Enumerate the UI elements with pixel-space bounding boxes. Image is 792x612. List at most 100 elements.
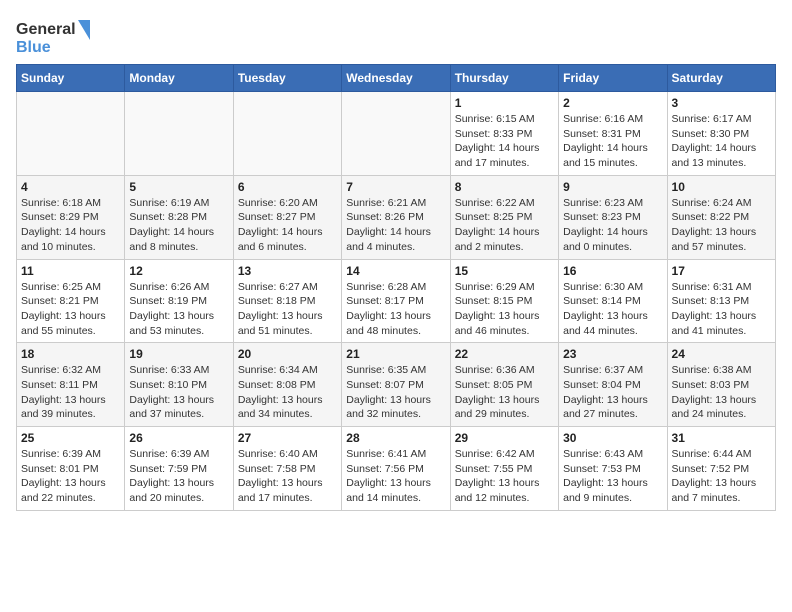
calendar-cell: 15 Sunrise: 6:29 AM Sunset: 8:15 PM Dayli… <box>450 259 558 343</box>
calendar-cell: 9Sunrise: 6:23 AM Sunset: 8:23 PM Daylig… <box>559 175 667 259</box>
calendar-header-tuesday: Tuesday <box>233 65 341 92</box>
calendar-cell: 8Sunrise: 6:22 AM Sunset: 8:25 PM Daylig… <box>450 175 558 259</box>
day-number: 27 <box>238 431 337 445</box>
day-number: 1 <box>455 96 554 110</box>
calendar-cell: 1 Sunrise: 6:15 AM Sunset: 8:33 PM Daylig… <box>450 92 558 176</box>
day-number: 19 <box>129 347 228 361</box>
day-number: 17 <box>672 264 771 278</box>
day-number: 13 <box>238 264 337 278</box>
calendar-cell: 16 Sunrise: 6:30 AM Sunset: 8:14 PM Dayli… <box>559 259 667 343</box>
calendar-week-row: 25Sunrise: 6:39 AM Sunset: 8:01 PM Dayli… <box>17 427 776 511</box>
calendar-header-row: SundayMondayTuesdayWednesdayThursdayFrid… <box>17 65 776 92</box>
day-info: Sunrise: 6:15 AM Sunset: 8:33 PM Dayligh… <box>455 112 554 171</box>
calendar-cell: 14Sunrise: 6:28 AM Sunset: 8:17 PM Dayli… <box>342 259 450 343</box>
day-number: 16 <box>563 264 662 278</box>
day-info: Sunrise: 6:38 AM Sunset: 8:03 PM Dayligh… <box>672 363 771 422</box>
calendar-cell: 31Sunrise: 6:44 AM Sunset: 7:52 PM Dayli… <box>667 427 775 511</box>
day-number: 2 <box>563 96 662 110</box>
day-number: 23 <box>563 347 662 361</box>
calendar-cell: 13Sunrise: 6:27 AM Sunset: 8:18 PM Dayli… <box>233 259 341 343</box>
day-number: 4 <box>21 180 120 194</box>
calendar-header-saturday: Saturday <box>667 65 775 92</box>
calendar-cell: 23 Sunrise: 6:37 AM Sunset: 8:04 PM Dayli… <box>559 343 667 427</box>
day-number: 7 <box>346 180 445 194</box>
day-info: Sunrise: 6:29 AM Sunset: 8:15 PM Dayligh… <box>455 280 554 339</box>
day-info: Sunrise: 6:26 AM Sunset: 8:19 PM Dayligh… <box>129 280 228 339</box>
page-header: GeneralBlue <box>16 16 776 56</box>
calendar-cell: 7 Sunrise: 6:21 AM Sunset: 8:26 PM Daylig… <box>342 175 450 259</box>
calendar-cell: 12Sunrise: 6:26 AM Sunset: 8:19 PM Dayli… <box>125 259 233 343</box>
calendar-cell: 3Sunrise: 6:17 AM Sunset: 8:30 PM Daylig… <box>667 92 775 176</box>
calendar-cell: 18 Sunrise: 6:32 AM Sunset: 8:11 PM Dayli… <box>17 343 125 427</box>
day-number: 22 <box>455 347 554 361</box>
day-number: 29 <box>455 431 554 445</box>
day-info: Sunrise: 6:32 AM Sunset: 8:11 PM Dayligh… <box>21 363 120 422</box>
calendar-header-wednesday: Wednesday <box>342 65 450 92</box>
day-number: 6 <box>238 180 337 194</box>
calendar-cell: 29 Sunrise: 6:42 AM Sunset: 7:55 PM Dayli… <box>450 427 558 511</box>
day-number: 26 <box>129 431 228 445</box>
day-info: Sunrise: 6:19 AM Sunset: 8:28 PM Dayligh… <box>129 196 228 255</box>
svg-text:Blue: Blue <box>16 39 51 56</box>
day-info: Sunrise: 6:42 AM Sunset: 7:55 PM Dayligh… <box>455 447 554 506</box>
calendar-cell: 21 Sunrise: 6:35 AM Sunset: 8:07 PM Dayli… <box>342 343 450 427</box>
calendar-cell: 19 Sunrise: 6:33 AM Sunset: 8:10 PM Dayli… <box>125 343 233 427</box>
day-number: 15 <box>455 264 554 278</box>
calendar-cell <box>17 92 125 176</box>
day-number: 14 <box>346 264 445 278</box>
calendar-table: SundayMondayTuesdayWednesdayThursdayFrid… <box>16 64 776 511</box>
day-number: 9 <box>563 180 662 194</box>
calendar-cell: 27 Sunrise: 6:40 AM Sunset: 7:58 PM Dayli… <box>233 427 341 511</box>
calendar-cell: 17 Sunrise: 6:31 AM Sunset: 8:13 PM Dayli… <box>667 259 775 343</box>
calendar-header-sunday: Sunday <box>17 65 125 92</box>
calendar-cell: 10Sunrise: 6:24 AM Sunset: 8:22 PM Dayli… <box>667 175 775 259</box>
calendar-cell: 25Sunrise: 6:39 AM Sunset: 8:01 PM Dayli… <box>17 427 125 511</box>
day-info: Sunrise: 6:37 AM Sunset: 8:04 PM Dayligh… <box>563 363 662 422</box>
calendar-cell: 24 Sunrise: 6:38 AM Sunset: 8:03 PM Dayli… <box>667 343 775 427</box>
day-info: Sunrise: 6:16 AM Sunset: 8:31 PM Dayligh… <box>563 112 662 171</box>
day-number: 18 <box>21 347 120 361</box>
day-info: Sunrise: 6:39 AM Sunset: 7:59 PM Dayligh… <box>129 447 228 506</box>
svg-text:General: General <box>16 21 76 38</box>
calendar-cell: 4 Sunrise: 6:18 AM Sunset: 8:29 PM Daylig… <box>17 175 125 259</box>
day-info: Sunrise: 6:34 AM Sunset: 8:08 PM Dayligh… <box>238 363 337 422</box>
calendar-cell: 11 Sunrise: 6:25 AM Sunset: 8:21 PM Dayli… <box>17 259 125 343</box>
day-number: 21 <box>346 347 445 361</box>
day-number: 5 <box>129 180 228 194</box>
calendar-week-row: 18 Sunrise: 6:32 AM Sunset: 8:11 PM Dayli… <box>17 343 776 427</box>
day-info: Sunrise: 6:18 AM Sunset: 8:29 PM Dayligh… <box>21 196 120 255</box>
calendar-cell: 6 Sunrise: 6:20 AM Sunset: 8:27 PM Daylig… <box>233 175 341 259</box>
calendar-week-row: 1 Sunrise: 6:15 AM Sunset: 8:33 PM Daylig… <box>17 92 776 176</box>
calendar-cell: 20 Sunrise: 6:34 AM Sunset: 8:08 PM Dayli… <box>233 343 341 427</box>
calendar-header-thursday: Thursday <box>450 65 558 92</box>
day-info: Sunrise: 6:30 AM Sunset: 8:14 PM Dayligh… <box>563 280 662 339</box>
calendar-header-monday: Monday <box>125 65 233 92</box>
day-info: Sunrise: 6:20 AM Sunset: 8:27 PM Dayligh… <box>238 196 337 255</box>
calendar-cell <box>125 92 233 176</box>
day-number: 8 <box>455 180 554 194</box>
calendar-cell: 2 Sunrise: 6:16 AM Sunset: 8:31 PM Daylig… <box>559 92 667 176</box>
calendar-cell <box>342 92 450 176</box>
day-info: Sunrise: 6:25 AM Sunset: 8:21 PM Dayligh… <box>21 280 120 339</box>
day-number: 11 <box>21 264 120 278</box>
day-number: 28 <box>346 431 445 445</box>
day-info: Sunrise: 6:40 AM Sunset: 7:58 PM Dayligh… <box>238 447 337 506</box>
day-info: Sunrise: 6:35 AM Sunset: 8:07 PM Dayligh… <box>346 363 445 422</box>
day-info: Sunrise: 6:31 AM Sunset: 8:13 PM Dayligh… <box>672 280 771 339</box>
day-info: Sunrise: 6:33 AM Sunset: 8:10 PM Dayligh… <box>129 363 228 422</box>
day-info: Sunrise: 6:43 AM Sunset: 7:53 PM Dayligh… <box>563 447 662 506</box>
day-number: 20 <box>238 347 337 361</box>
day-info: Sunrise: 6:36 AM Sunset: 8:05 PM Dayligh… <box>455 363 554 422</box>
calendar-header-friday: Friday <box>559 65 667 92</box>
calendar-week-row: 11 Sunrise: 6:25 AM Sunset: 8:21 PM Dayli… <box>17 259 776 343</box>
day-number: 24 <box>672 347 771 361</box>
calendar-cell: 5 Sunrise: 6:19 AM Sunset: 8:28 PM Daylig… <box>125 175 233 259</box>
day-number: 3 <box>672 96 771 110</box>
calendar-cell: 30Sunrise: 6:43 AM Sunset: 7:53 PM Dayli… <box>559 427 667 511</box>
calendar-cell: 26 Sunrise: 6:39 AM Sunset: 7:59 PM Dayli… <box>125 427 233 511</box>
calendar-week-row: 4 Sunrise: 6:18 AM Sunset: 8:29 PM Daylig… <box>17 175 776 259</box>
calendar-cell: 28Sunrise: 6:41 AM Sunset: 7:56 PM Dayli… <box>342 427 450 511</box>
day-info: Sunrise: 6:21 AM Sunset: 8:26 PM Dayligh… <box>346 196 445 255</box>
logo: GeneralBlue <box>16 16 96 56</box>
day-number: 10 <box>672 180 771 194</box>
